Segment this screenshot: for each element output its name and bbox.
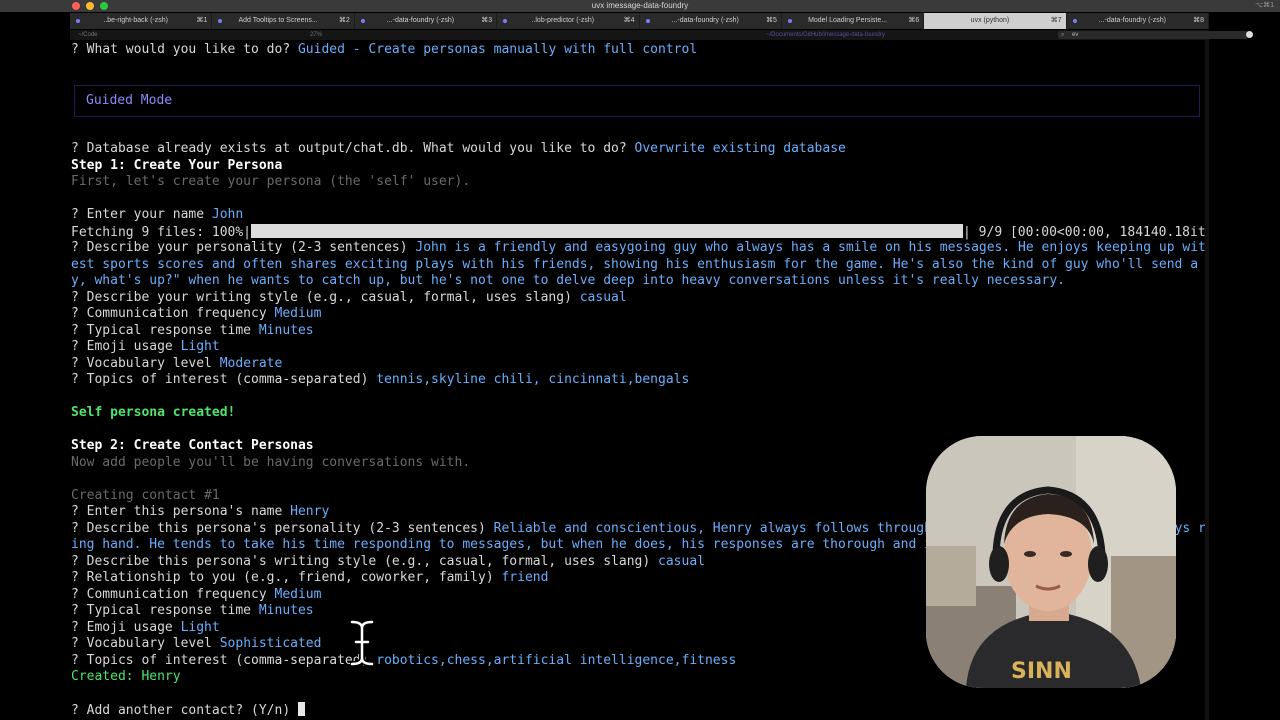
contact-personality-cont: ing hand. He tends to take his time resp… — [71, 537, 1011, 552]
relationship-line: ? Relationship to you (e.g., friend, cow… — [71, 570, 549, 585]
name-line: ? Enter your name John — [71, 207, 244, 222]
personality-cont-1: est sports scores and often shares excit… — [71, 257, 1205, 272]
tab-activity-icon — [218, 19, 223, 23]
tab-8[interactable]: ...-data-foundry (-zsh) ⌘8 — [1067, 13, 1209, 29]
search-close-icon[interactable] — [1246, 31, 1253, 38]
personality-cont-2: y, what's up?" when he wants to catch up… — [71, 273, 1065, 288]
topics-line: ? Topics of interest (comma-separated) t… — [71, 372, 690, 387]
contact-name-line: ? Enter this persona's name Henry — [71, 504, 330, 519]
contact-style-line: ? Describe this persona's writing style … — [71, 554, 705, 569]
tab-activity-icon — [787, 19, 792, 23]
step2-subtitle: Now add people you'll be having conversa… — [71, 455, 471, 470]
window-shortcut-hint: ⌥⌘1 — [1255, 2, 1274, 9]
step2-heading: Step 2: Create Contact Personas — [71, 438, 314, 453]
webcam-overlay: SINN — [926, 436, 1176, 688]
tab-6[interactable]: Model Loading Persiste... ⌘6 — [782, 13, 925, 29]
tab-bar: ..be-right-back (-zsh) ⌘1 Add Tooltips to… — [70, 13, 1209, 29]
contact-response-line: ? Typical response time Minutes — [71, 603, 314, 618]
tab-4[interactable]: ..lob-predictor (-zsh) ⌘4 — [497, 13, 640, 29]
emoji-line: ? Emoji usage Light — [71, 339, 220, 354]
style-line: ? Describe your writing style (e.g., cas… — [71, 290, 627, 305]
search-value: ev — [1072, 32, 1079, 38]
step1-subtitle: First, let's create your persona (the 's… — [71, 174, 471, 189]
contact-topics-line: ? Topics of interest (comma-separated) r… — [71, 653, 737, 668]
contact-emoji-line: ? Emoji usage Light — [71, 620, 220, 635]
search-icon: ⌕ — [1061, 32, 1065, 38]
self-created-message: Self persona created! — [71, 405, 236, 420]
vocab-line: ? Vocabulary level Moderate — [71, 356, 283, 371]
tab-7-active[interactable]: uvx (python) ⌘7 — [924, 13, 1067, 29]
tab-activity-icon — [360, 19, 365, 23]
contact-vocab-line: ? Vocabulary level Sophisticated — [71, 636, 322, 651]
ibeam-cursor-icon — [350, 620, 374, 666]
window-titlebar: uvx imessage-data-foundry ⌥⌘1 — [0, 0, 1280, 12]
tab-activity-icon — [76, 19, 80, 23]
tab-3[interactable]: ...-data-foundry (-zsh) ⌘3 — [355, 13, 498, 29]
status-bar: ~/Code 27% ~/Documents/GitHub/imessage-d… — [70, 30, 1253, 40]
webcam-presenter-image: SINN — [926, 436, 1176, 688]
frequency-line: ? Communication frequency Medium — [71, 306, 322, 321]
response-line: ? Typical response time Minutes — [71, 323, 314, 338]
guided-mode-panel: Guided Mode — [74, 85, 1200, 117]
contact-created-message: Created: Henry — [71, 669, 181, 684]
tab-activity-icon — [503, 19, 508, 23]
creating-contact-line: Creating contact #1 — [71, 488, 220, 503]
tab-1[interactable]: ..be-right-back (-zsh) ⌘1 — [70, 13, 213, 29]
guided-mode-title: Guided Mode — [86, 93, 173, 108]
contact-frequency-line: ? Communication frequency Medium — [71, 587, 322, 602]
terminal-scrollbar[interactable] — [1205, 40, 1209, 720]
window-title: uvx imessage-data-foundry — [591, 1, 689, 10]
tab-activity-icon — [645, 19, 650, 23]
fetch-progress-line: Fetching 9 files: 100%| | 9/9 [00:00<00:0… — [71, 224, 1205, 240]
svg-text:SINN: SINN — [1011, 659, 1072, 684]
terminal-cursor — [297, 702, 305, 716]
db-line: ? Database already exists at output/chat… — [71, 141, 846, 156]
tab-2[interactable]: Add Tooltips to Screens... ⌘2 — [212, 13, 355, 29]
search-input[interactable]: ⌕ ev — [1058, 31, 1248, 39]
add-contact-prompt[interactable]: ? Add another contact? (Y/n) — [71, 702, 305, 720]
tab-activity-icon — [1072, 19, 1077, 23]
status-path: ~/Documents/GitHub/imessage-data-foundry — [766, 32, 885, 38]
status-cwd: ~/Code — [78, 32, 98, 38]
mode-line: ? What would you like to do? Guided - Cr… — [71, 42, 698, 57]
personality-line: ? Describe your personality (2-3 sentenc… — [71, 240, 1205, 255]
tab-5[interactable]: ...-data-foundry (-zsh) ⌘5 — [640, 13, 782, 29]
step1-heading: Step 1: Create Your Persona — [71, 158, 283, 173]
status-percent: 27% — [310, 32, 323, 38]
fetch-progress-bar — [251, 224, 964, 238]
